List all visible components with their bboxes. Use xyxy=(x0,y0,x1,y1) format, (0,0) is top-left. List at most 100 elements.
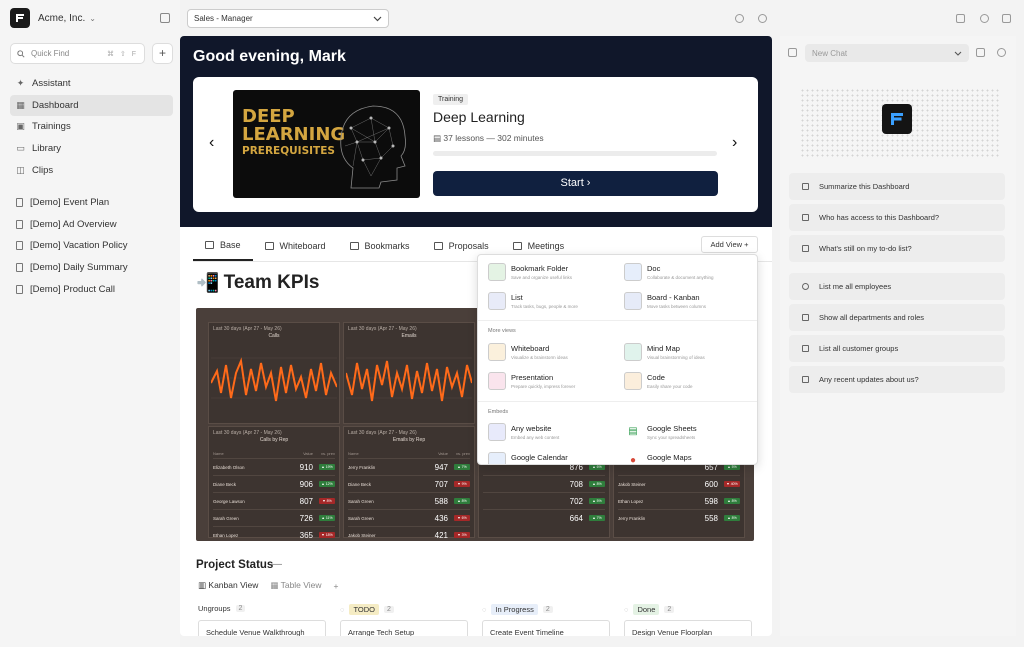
checklist-icon xyxy=(802,245,809,252)
menu-item-code[interactable]: Code Easily share your code xyxy=(624,372,693,390)
table-row: 708 ▲ 8% xyxy=(483,475,605,492)
menu-item-desc: Visual brainstorming of ideas xyxy=(647,355,705,360)
suggestion-label: What's still on my to-do list? xyxy=(819,244,912,253)
tab-bookmarks[interactable]: Bookmarks xyxy=(338,231,422,261)
menu-item-doc[interactable]: Doc Collaborate & document anything xyxy=(624,263,714,281)
tab-whiteboard[interactable]: Whiteboard xyxy=(253,231,338,261)
suggestion-access[interactable]: Who has access to this Dashboard? xyxy=(789,204,1005,231)
panel-toggle-icon[interactable] xyxy=(1002,14,1011,23)
menu-item-google-maps[interactable]: ● Google Maps xyxy=(624,452,692,464)
workspace-selector[interactable]: Sales - Manager xyxy=(187,9,389,28)
suggestion-todo[interactable]: What's still on my to-do list? xyxy=(789,235,1005,262)
suggestion-summarize-dashboard[interactable]: Summarize this Dashboard xyxy=(789,173,1005,200)
new-chat-icon[interactable] xyxy=(788,48,797,57)
sidebar-doc-vacation-policy[interactable]: [Demo] Vacation Policy xyxy=(10,235,173,256)
rep-name: Diane Beck xyxy=(348,481,372,487)
suggestion-customer-groups[interactable]: List all customer groups xyxy=(789,335,1005,362)
collapse-button[interactable]: — xyxy=(272,559,282,570)
new-item-button[interactable]: + xyxy=(152,43,173,64)
tab-table-view[interactable]: ▦ Table View xyxy=(270,580,321,591)
menu-item-whiteboard[interactable]: Whiteboard Visualize & brainstorm ideas xyxy=(488,343,568,361)
quick-find-input[interactable]: Quick Find ⌘ ⇧ F xyxy=(10,43,145,64)
table-header: Name Value vs. prev xyxy=(213,451,335,458)
view-label: Table View xyxy=(280,580,322,590)
start-course-button[interactable]: Start › xyxy=(433,171,718,196)
suggestion-employees[interactable]: List me all employees xyxy=(789,273,1005,300)
org-name: Acme, Inc. xyxy=(38,12,86,24)
change-badge: ▼ 9% xyxy=(454,481,470,487)
kanban-card[interactable]: Design Venue Floorplan xyxy=(624,620,752,636)
change-badge: ▲ 12% xyxy=(319,481,335,487)
sidebar-item-trainings[interactable]: ▣ Trainings xyxy=(10,116,173,137)
suggestion-label: Summarize this Dashboard xyxy=(819,182,910,191)
person-icon xyxy=(802,283,809,290)
thumbnail-line-3: PREREQUISITES xyxy=(242,145,335,157)
col-value: Value xyxy=(303,451,313,456)
help-icon[interactable] xyxy=(735,14,744,23)
sidebar-doc-product-call[interactable]: [Demo] Product Call xyxy=(10,279,173,300)
change-badge: ▲ 7% xyxy=(454,464,470,470)
left-sidebar: Acme, Inc. ⌄ Quick Find ⌘ ⇧ F + ✦ Assist… xyxy=(0,0,180,647)
sidebar-doc-event-plan[interactable]: [Demo] Event Plan xyxy=(10,192,173,213)
menu-item-board-kanban[interactable]: Board - Kanban Move tasks between columns xyxy=(624,292,706,310)
course-thumbnail[interactable]: DEEP LEARNING PREREQUISITES xyxy=(233,90,420,198)
user-add-icon[interactable] xyxy=(758,14,767,23)
table-header: Name Value vs. prev xyxy=(348,451,470,458)
assistant-icon: ✦ xyxy=(16,78,25,88)
like-icon[interactable] xyxy=(980,14,989,23)
carousel-next-icon[interactable]: › xyxy=(732,134,737,152)
menu-item-bookmark-folder[interactable]: Bookmark Folder Save and organize useful … xyxy=(488,263,572,281)
group-icon xyxy=(802,345,809,352)
kanban-card[interactable]: Arrange Tech Setup xyxy=(340,620,468,636)
menu-item-any-website[interactable]: Any website Embed any web content xyxy=(488,423,559,441)
tab-base[interactable]: Base xyxy=(193,231,253,261)
kanban-column-header[interactable]: ◌ TODO 2 xyxy=(340,604,394,615)
menu-item-google-sheets[interactable]: ▤ Google Sheets Sync your spreadsheets xyxy=(624,423,697,441)
rep-value: 910 xyxy=(299,462,313,472)
menu-item-name: Any website xyxy=(511,424,552,433)
menu-item-desc: Easily share your code xyxy=(647,384,693,389)
expand-icon[interactable] xyxy=(976,48,985,57)
kanban-column-header[interactable]: ◌ In Progress 2 xyxy=(482,604,553,615)
kanban-card[interactable]: Schedule Venue Walkthrough xyxy=(198,620,326,636)
gear-icon[interactable] xyxy=(997,48,1006,57)
menu-item-desc: Prepare quickly, impress forever xyxy=(511,384,576,389)
sidebar-item-assistant[interactable]: ✦ Assistant xyxy=(10,73,173,94)
sidebar-item-library[interactable]: ▭ Library xyxy=(10,138,173,159)
menu-item-mind-map[interactable]: Mind Map Visual brainstorming of ideas xyxy=(624,343,705,361)
rep-name: Jakob Steiner xyxy=(348,532,376,538)
change-badge: ▼ 6% xyxy=(454,515,470,521)
menu-item-google-calendar[interactable]: Google Calendar xyxy=(488,452,568,464)
sidebar-docs: [Demo] Event Plan [Demo] Ad Overview [De… xyxy=(10,192,173,300)
kanban-column-header[interactable]: ◌ Done 2 xyxy=(624,604,675,615)
add-view-button[interactable]: Add View + xyxy=(701,236,758,253)
org-switcher[interactable]: Acme, Inc. ⌄ xyxy=(10,8,96,28)
rep-name: Sarah Green xyxy=(213,515,239,521)
calls-chart-panel: Last 30 days (Apr 27 - May 26) Calls xyxy=(208,322,340,424)
sidebar-toggle-icon[interactable] xyxy=(160,13,170,23)
tab-kanban-view[interactable]: ▥ Kanban View xyxy=(198,580,258,591)
table-row: Jerry Franklin 947 ▲ 7% xyxy=(348,458,470,475)
menu-item-name: Google Sheets xyxy=(647,424,697,433)
sidebar-doc-ad-overview[interactable]: [Demo] Ad Overview xyxy=(10,214,173,235)
hero-banner: Good evening, Mark ‹ › DEEP LEARNING PRE… xyxy=(180,36,772,227)
carousel-prev-icon[interactable]: ‹ xyxy=(209,134,214,152)
kanban-card[interactable]: Create Event Timeline xyxy=(482,620,610,636)
sidebar-doc-daily-summary[interactable]: [Demo] Daily Summary xyxy=(10,257,173,278)
course-meta: ▤ 37 lessons — 302 minutes xyxy=(433,133,544,144)
add-view-icon[interactable]: + xyxy=(334,581,339,591)
change-badge: ▼ 8% xyxy=(319,498,335,504)
menu-item-list[interactable]: List Track tasks, bugs, people & more xyxy=(488,292,578,310)
sidebar-item-dashboard[interactable]: ▦ Dashboard xyxy=(10,94,173,116)
video-icon[interactable] xyxy=(956,14,965,23)
sidebar-item-clips[interactable]: ◫ Clips xyxy=(10,160,173,181)
dashboard-icon: ▦ xyxy=(16,99,25,110)
suggestion-departments[interactable]: Show all departments and roles xyxy=(789,304,1005,331)
suggestion-updates[interactable]: Any recent updates about us? xyxy=(789,366,1005,393)
kanban-column-header[interactable]: Ungroups 2 xyxy=(198,604,246,613)
summary-icon xyxy=(802,183,809,190)
menu-item-presentation[interactable]: Presentation Prepare quickly, impress for… xyxy=(488,372,575,390)
sidebar-nav: ✦ Assistant ▦ Dashboard ▣ Trainings ▭ Li… xyxy=(10,73,173,181)
menu-item-desc: Move tasks between columns xyxy=(647,304,707,309)
chat-selector[interactable]: New Chat xyxy=(805,44,969,62)
